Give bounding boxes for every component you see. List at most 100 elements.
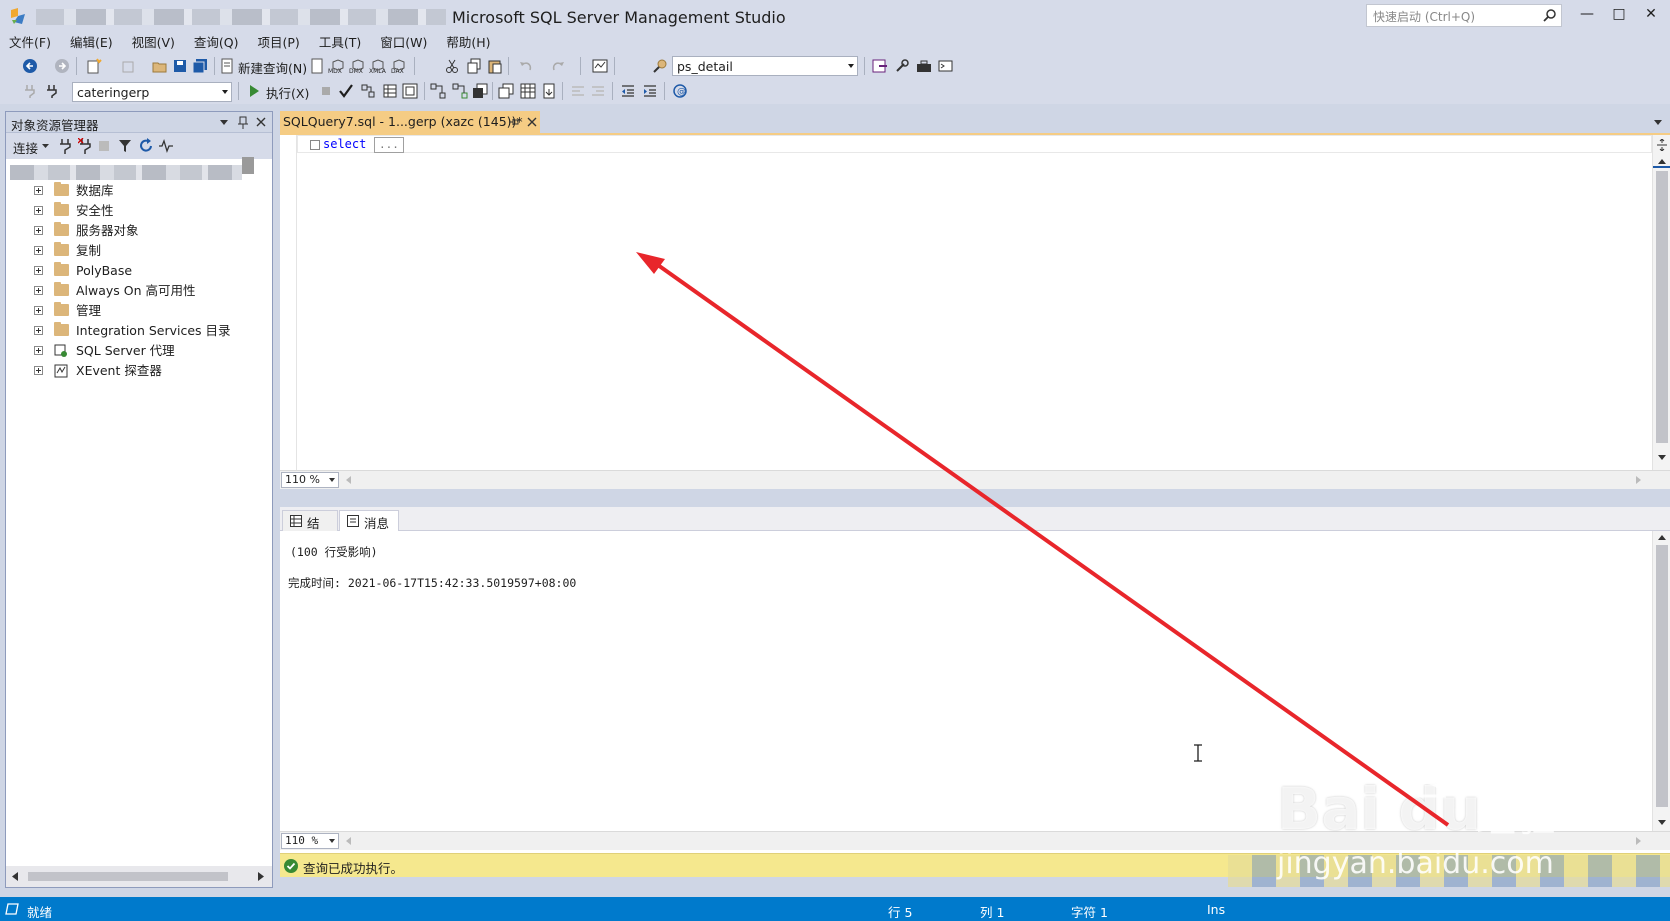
live-statistics-icon[interactable] [452, 83, 468, 99]
scroll-left-icon[interactable] [346, 476, 351, 484]
expand-node-icon[interactable] [34, 226, 43, 235]
split-icon[interactable] [1657, 139, 1667, 151]
sql-editor[interactable]: select ... 110 % [280, 133, 1670, 489]
server-node-blurred[interactable] [10, 165, 242, 180]
available-databases-combo[interactable]: cateringerp [72, 82, 232, 102]
menu-project[interactable]: 项目(P) [249, 32, 310, 54]
expand-node-icon[interactable] [34, 326, 43, 335]
results-zoom-combo[interactable]: 110 % [281, 833, 339, 849]
open-file-icon[interactable] [152, 58, 168, 74]
pin-icon[interactable] [509, 118, 519, 126]
scrollbar-thumb[interactable] [28, 872, 228, 881]
scroll-right-icon[interactable] [1636, 837, 1641, 845]
scroll-up-icon[interactable] [1658, 535, 1666, 540]
menu-file[interactable]: 文件(F) [0, 32, 61, 54]
close-window-button[interactable]: ✕ [1634, 3, 1668, 25]
menu-query[interactable]: 查询(Q) [185, 32, 249, 54]
activity-monitor-icon[interactable] [592, 58, 608, 74]
comment-icon[interactable] [570, 83, 586, 99]
activity-monitor-icon[interactable] [159, 139, 173, 153]
object-search-combo[interactable]: ps_detail [672, 56, 858, 76]
chevron-down-icon[interactable] [220, 120, 228, 126]
disconnect-icon[interactable] [78, 138, 92, 154]
scroll-up-icon[interactable] [1658, 159, 1666, 164]
expand-node-icon[interactable] [34, 366, 43, 375]
include-plan-icon[interactable] [430, 83, 446, 99]
forward-icon[interactable] [54, 58, 70, 74]
tab-results[interactable]: 结果 [282, 510, 338, 550]
new-query-icon[interactable] [220, 58, 236, 74]
save-all-icon[interactable] [192, 58, 208, 74]
save-icon[interactable] [172, 58, 188, 74]
output-window-icon[interactable] [938, 58, 954, 74]
scrollbar-thumb[interactable] [1656, 545, 1668, 807]
quick-launch-input[interactable]: 快速启动 (Ctrl+Q) [1366, 4, 1562, 27]
stop-icon[interactable] [99, 141, 109, 151]
change-connection-icon[interactable] [44, 83, 60, 99]
expand-node-icon[interactable] [34, 286, 43, 295]
cut-icon[interactable] [444, 58, 460, 74]
connect-plug-icon[interactable] [58, 138, 72, 154]
menu-view[interactable]: 视图(V) [123, 32, 185, 54]
refresh-icon[interactable] [139, 138, 153, 153]
collapsed-region-box[interactable]: ... [374, 137, 404, 153]
menu-help[interactable]: 帮助(H) [437, 32, 500, 54]
results-to-grid-icon[interactable] [382, 83, 398, 99]
scroll-left-icon[interactable] [12, 872, 18, 881]
results-grid-active-icon[interactable] [520, 83, 536, 99]
results-to-text-icon[interactable] [498, 83, 514, 99]
paste-icon[interactable] [487, 58, 503, 74]
editor-vertical-scrollbar[interactable] [1652, 135, 1670, 470]
registered-servers-icon[interactable] [872, 58, 888, 74]
close-icon[interactable] [256, 117, 266, 127]
close-tab-icon[interactable] [527, 117, 537, 127]
execute-button[interactable]: 执行(X) [266, 83, 309, 102]
tab-messages[interactable]: 消息 [339, 510, 399, 531]
scrollbar-thumb[interactable] [1656, 171, 1668, 443]
find-icon[interactable] [652, 58, 668, 74]
messages-vertical-scrollbar[interactable] [1652, 531, 1670, 831]
expand-node-icon[interactable] [34, 306, 43, 315]
client-statistics-icon[interactable] [472, 83, 488, 99]
decrease-indent-icon[interactable] [620, 83, 636, 99]
specify-template-values-icon[interactable]: @ [672, 83, 688, 99]
horizontal-scrollbar[interactable] [6, 866, 272, 887]
toolbox-icon[interactable] [916, 58, 932, 74]
expand-node-icon[interactable] [34, 346, 43, 355]
properties-icon[interactable] [894, 58, 910, 74]
add-item-icon[interactable] [120, 58, 136, 74]
expand-node-icon[interactable] [34, 266, 43, 275]
filter-icon[interactable] [118, 139, 132, 153]
expand-node-icon[interactable] [34, 186, 43, 195]
results-file-icon[interactable] [541, 83, 557, 99]
menu-edit[interactable]: 编辑(E) [61, 32, 123, 54]
back-icon[interactable] [22, 58, 38, 74]
query-document-tab[interactable]: SQLQuery7.sql - 1...gerp (xazc (145))* [280, 111, 540, 133]
scroll-left-icon[interactable] [346, 837, 351, 845]
estimated-plan-icon[interactable] [360, 83, 376, 99]
connect-dropdown[interactable]: 连接 [13, 138, 38, 157]
scroll-down-icon[interactable] [1658, 455, 1666, 460]
scroll-right-icon[interactable] [1636, 476, 1641, 484]
increase-indent-icon[interactable] [642, 83, 658, 99]
connect-icon[interactable] [22, 83, 38, 99]
results-to-file-icon[interactable] [402, 83, 418, 99]
expand-node-icon[interactable] [34, 206, 43, 215]
expand-region-icon[interactable] [310, 140, 320, 150]
editor-zoom-combo[interactable]: 110 % [281, 472, 339, 488]
database-engine-query-icon[interactable] [309, 58, 325, 74]
expand-node-icon[interactable] [34, 246, 43, 255]
undo-icon[interactable] [518, 58, 534, 74]
copy-icon[interactable] [466, 58, 482, 74]
chevron-down-icon[interactable] [42, 144, 49, 149]
new-project-icon[interactable] [86, 58, 102, 74]
stop-icon[interactable] [318, 83, 334, 99]
scroll-down-icon[interactable] [1658, 820, 1666, 825]
menu-tools[interactable]: 工具(T) [310, 32, 371, 54]
menu-window[interactable]: 窗口(W) [371, 32, 437, 54]
minimize-button[interactable]: — [1570, 3, 1604, 25]
new-query-button[interactable]: 新建查询(N) [238, 58, 307, 77]
pin-icon[interactable] [238, 116, 248, 129]
scroll-right-icon[interactable] [258, 872, 264, 881]
chevron-down-icon[interactable] [1654, 120, 1662, 126]
